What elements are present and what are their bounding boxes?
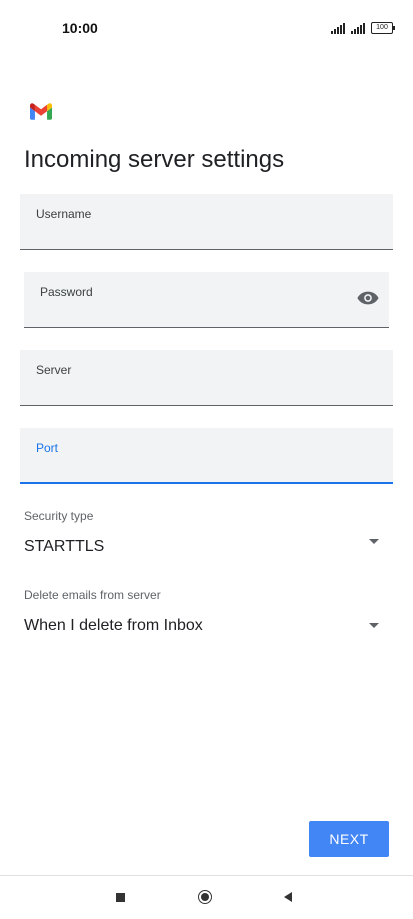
status-bar: 10:00 100 xyxy=(0,0,413,60)
signal-icon xyxy=(331,22,345,34)
signal-icon xyxy=(351,22,365,34)
username-field[interactable]: Username xyxy=(20,194,393,250)
port-label: Port xyxy=(36,441,59,455)
password-label: Password xyxy=(40,285,93,299)
server-label: Server xyxy=(36,363,72,377)
nav-recents-icon[interactable] xyxy=(116,893,125,902)
navigation-bar xyxy=(0,875,413,919)
chevron-down-icon[interactable] xyxy=(369,623,379,628)
username-label: Username xyxy=(36,207,92,221)
delete-emails-label: Delete emails from server xyxy=(24,588,161,602)
nav-back-icon[interactable] xyxy=(284,892,292,902)
gmail-logo xyxy=(30,103,52,120)
server-input[interactable] xyxy=(36,378,381,397)
port-input[interactable] xyxy=(36,455,381,474)
port-field[interactable]: Port xyxy=(20,428,393,484)
chevron-down-icon[interactable] xyxy=(369,539,379,544)
username-input[interactable] xyxy=(36,222,381,241)
security-type-label: Security type xyxy=(24,509,94,523)
status-icons: 100 xyxy=(331,22,395,34)
page-title: Incoming server settings xyxy=(24,146,285,173)
eye-icon[interactable] xyxy=(357,290,379,306)
password-field[interactable]: Password xyxy=(24,272,389,328)
security-type-value[interactable]: STARTTLS xyxy=(24,538,104,556)
status-time: 10:00 xyxy=(62,20,98,36)
next-button[interactable]: NEXT xyxy=(309,821,389,857)
delete-emails-value[interactable]: When I delete from Inbox xyxy=(24,617,203,635)
battery-icon: 100 xyxy=(371,22,395,34)
server-field[interactable]: Server xyxy=(20,350,393,406)
nav-home-icon[interactable] xyxy=(198,890,212,904)
password-input[interactable] xyxy=(40,300,377,319)
